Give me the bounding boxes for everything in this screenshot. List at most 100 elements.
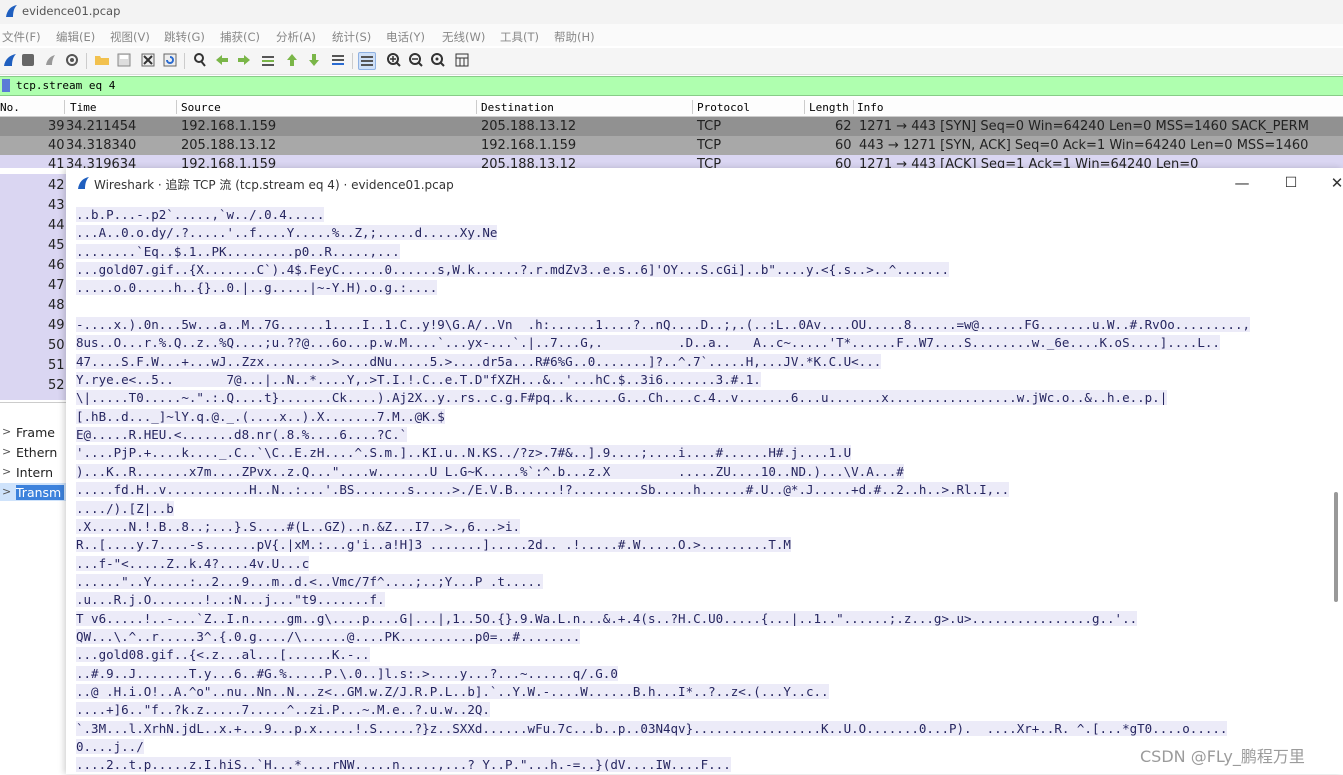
detail-tree-label: Frame — [16, 425, 55, 440]
packet-row-number[interactable]: 51 — [48, 358, 65, 373]
col-length[interactable]: Length — [809, 101, 849, 114]
display-filter-bar[interactable]: tcp.stream eq 4 — [0, 76, 1343, 96]
menu-wireless[interactable]: 无线(W) — [442, 29, 485, 45]
forward-icon[interactable] — [236, 52, 252, 68]
column-divider — [853, 100, 854, 114]
goto-packet-icon[interactable] — [260, 52, 276, 68]
packet-length: 60 — [835, 138, 852, 153]
maximize-button[interactable]: ☐ — [1271, 172, 1311, 194]
detail-tree-item-transmission[interactable]: > Transm — [0, 483, 66, 501]
stream-line-text: ..b.P...-.p2`.....,`w../.0.4..... — [76, 207, 325, 222]
stream-line-text: \|.....T0.....~.".:.Q....t}.......Ck....… — [76, 390, 1168, 406]
col-destination[interactable]: Destination — [481, 101, 554, 114]
stream-line: Y.rye.e<..5.. 7@...|..N..*....Y,.>T.I.!.… — [76, 371, 1316, 389]
menu-view[interactable]: 视图(V) — [110, 29, 150, 45]
menu-analyze[interactable]: 分析(A) — [276, 29, 316, 45]
find-icon[interactable] — [192, 52, 208, 68]
open-folder-icon[interactable] — [94, 52, 110, 68]
stream-line-text: 47....S.F.W...+...wJ..Zzx.........>....d… — [76, 353, 882, 369]
detail-tree-label: Ethern — [16, 445, 58, 460]
packet-row-number[interactable]: 49 — [48, 318, 65, 333]
packet-details-pane: > Frame > Ethern > Intern > Transm — [0, 402, 66, 775]
wireshark-logo-icon — [6, 5, 17, 17]
toolbar-separator — [86, 53, 87, 69]
last-packet-icon[interactable] — [306, 52, 322, 68]
menu-edit[interactable]: 编辑(E) — [56, 29, 95, 45]
stop-icon[interactable] — [22, 54, 34, 66]
shark-fin-start-icon[interactable] — [2, 52, 18, 68]
close-file-icon[interactable] — [140, 52, 156, 68]
zoom-out-icon[interactable] — [408, 52, 424, 68]
options-icon[interactable] — [64, 52, 80, 68]
chevron-right-icon[interactable]: > — [2, 445, 11, 458]
chevron-right-icon[interactable]: > — [2, 485, 11, 498]
stream-line: 47....S.F.W...+...wJ..Zzx.........>....d… — [76, 353, 1316, 371]
toolbar-separator — [184, 53, 185, 69]
packet-row-number[interactable]: 48 — [48, 298, 65, 313]
packet-row-selected[interactable]: 39 34.211454 192.168.1.159 205.188.13.12… — [0, 117, 1343, 136]
col-info[interactable]: Info — [857, 101, 884, 114]
menu-capture[interactable]: 捕获(C) — [220, 29, 260, 45]
menu-help[interactable]: 帮助(H) — [554, 29, 595, 45]
toolbar-separator — [352, 53, 353, 69]
back-icon[interactable] — [214, 52, 230, 68]
packet-info: 1271 → 443 [SYN] Seq=0 Win=64240 Len=0 M… — [859, 119, 1309, 134]
save-icon[interactable] — [116, 52, 132, 68]
stream-line: QW...\.^..r.....3^.{.0.g..../\......@...… — [76, 628, 1316, 646]
packet-row-number[interactable]: 46 — [48, 258, 65, 273]
packet-row-number[interactable]: 47 — [48, 278, 65, 293]
colorize-icon[interactable] — [358, 52, 376, 70]
column-divider — [176, 100, 177, 114]
scrollbar-thumb[interactable] — [1334, 492, 1338, 602]
stream-line: `.3M...l.XrhN.jdL..x.+...9...p.x.....!.S… — [76, 720, 1316, 738]
stream-line-text: ..#.9..J.......T.y...6..#G.%.....P.\.0..… — [76, 665, 618, 681]
packet-no: 40 — [48, 138, 65, 153]
col-no[interactable]: No. — [0, 101, 20, 114]
menu-tools[interactable]: 工具(T) — [500, 29, 539, 45]
packet-row-number[interactable]: 45 — [48, 238, 65, 253]
close-button[interactable]: ✕ — [1317, 172, 1343, 194]
stream-line: ......"..Y.....:..2...9...m..d.<..Vmc/7f… — [76, 573, 1316, 591]
packet-row-number[interactable]: 43 — [48, 198, 65, 213]
stream-line: R..[....y.7....-s.......pV{.|xM.:...g'i.… — [76, 536, 1316, 554]
stream-line-text: QW...\.^..r.....3^.{.0.g..../\......@...… — [76, 628, 581, 644]
detail-tree-item-ethernet[interactable]: > Ethern — [0, 443, 66, 461]
autoscroll-icon[interactable] — [330, 52, 346, 68]
packet-row[interactable]: 40 34.318340 205.188.13.12 192.168.1.159… — [0, 136, 1343, 155]
packet-time: 34.318340 — [66, 138, 137, 153]
resize-columns-icon[interactable] — [454, 52, 470, 68]
column-divider — [692, 100, 693, 114]
zoom-in-icon[interactable] — [386, 52, 402, 68]
menu-file[interactable]: 文件(F) — [2, 29, 41, 45]
menu-statistics[interactable]: 统计(S) — [332, 29, 371, 45]
menu-go[interactable]: 跳转(G) — [164, 29, 205, 45]
packet-row[interactable]: 41 34.319634 192.168.1.159 205.188.13.12… — [0, 155, 1343, 168]
detail-tree-item-frame[interactable]: > Frame — [0, 423, 66, 441]
first-packet-icon[interactable] — [284, 52, 300, 68]
stream-content[interactable]: ..b.P...-.p2`.....,`w../.0.4..... ...A..0… — [76, 206, 1316, 774]
display-filter-input[interactable]: tcp.stream eq 4 — [16, 79, 115, 92]
zoom-normal-icon[interactable] — [430, 52, 446, 68]
stream-line — [76, 298, 1316, 316]
col-source[interactable]: Source — [181, 101, 221, 114]
chevron-right-icon[interactable]: > — [2, 425, 11, 438]
restart-icon[interactable] — [42, 52, 58, 68]
stream-line-text: .u...R.j.O.......!..:N...j..."t9.......f… — [76, 592, 385, 608]
stream-line-text: -....x.).0n...5w...a..M..7G......1....I.… — [76, 317, 1250, 333]
packet-row-number[interactable]: 50 — [48, 338, 65, 353]
menu-telephony[interactable]: 电话(Y) — [386, 29, 425, 45]
bookmark-icon[interactable] — [2, 79, 10, 92]
packet-row-number[interactable]: 44 — [48, 218, 65, 233]
col-protocol[interactable]: Protocol — [697, 101, 750, 114]
chevron-right-icon[interactable]: > — [2, 465, 11, 478]
packet-row-number[interactable]: 52 — [48, 378, 65, 393]
dialog-titlebar[interactable]: Wireshark · 追踪 TCP 流 (tcp.stream eq 4) ·… — [66, 168, 1343, 198]
detail-tree-item-internet[interactable]: > Intern — [0, 463, 66, 481]
reload-icon[interactable] — [162, 52, 178, 68]
packet-row-number[interactable]: 42 — [48, 178, 65, 193]
minimize-button[interactable]: — — [1222, 172, 1262, 194]
col-time[interactable]: Time — [70, 101, 97, 114]
stream-line-text: .....fd.H..v...........H..N..:...'.BS...… — [76, 482, 1010, 498]
stream-line: .....fd.H..v...........H..N..:...'.BS...… — [76, 481, 1316, 499]
stream-line: E@.....R.HEU.<.......d8.nr(.8.%....6....… — [76, 426, 1316, 444]
